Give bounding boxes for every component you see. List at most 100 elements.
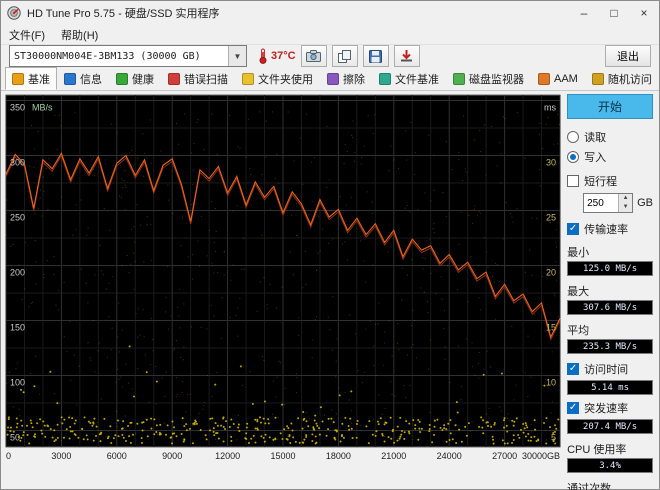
avg-value-display: 235.3 MB/s xyxy=(567,339,653,354)
avg-label: 平均 xyxy=(567,325,590,337)
capacity-stepper[interactable]: ▲▼ xyxy=(583,193,634,213)
tab-info[interactable]: 信息 xyxy=(57,67,109,90)
read-radio[interactable] xyxy=(567,131,580,143)
short-stroke-option[interactable]: 短行程 xyxy=(567,173,653,189)
spin-down-icon[interactable]: ▼ xyxy=(619,203,633,212)
download-arrow-icon xyxy=(401,50,413,62)
min-value-display: 125.0 MB/s xyxy=(567,261,653,276)
minimize-button[interactable]: – xyxy=(569,1,599,25)
benchmark-icon xyxy=(12,72,24,85)
info-icon xyxy=(64,72,76,85)
error-scan-icon xyxy=(168,72,180,85)
svg-text:25: 25 xyxy=(546,213,556,223)
svg-text:0: 0 xyxy=(6,451,11,461)
write-label: 写入 xyxy=(584,152,607,164)
access-time-label: 访问时间 xyxy=(584,364,629,376)
health-icon xyxy=(116,72,128,85)
drive-selector-value: ST30000NM004E-3BM133 (30000 GB) xyxy=(14,50,201,62)
copy-button[interactable] xyxy=(331,45,358,67)
capacity-spin-arrows[interactable]: ▲ ▼ xyxy=(618,194,633,212)
capacity-unit-label: GB xyxy=(637,197,653,209)
svg-text:350: 350 xyxy=(10,103,25,113)
save-button[interactable] xyxy=(362,45,389,67)
tab-label: 磁盘监视器 xyxy=(469,73,524,86)
svg-text:18000: 18000 xyxy=(326,451,351,461)
tab-erase[interactable]: 擦除 xyxy=(320,67,372,90)
tab-random-access[interactable]: 随机访问 xyxy=(585,67,659,90)
short-stroke-checkbox[interactable] xyxy=(567,175,580,187)
menu-bar: 文件(F) 帮助(H) xyxy=(1,25,659,45)
tab-label: 基准 xyxy=(28,73,50,86)
write-mode-option[interactable]: 写入 xyxy=(567,149,653,165)
window-title: HD Tune Pro 5.75 - 硬盘/SSD 实用程序 xyxy=(27,8,220,20)
svg-text:12000: 12000 xyxy=(215,451,240,461)
start-button[interactable]: 开始 xyxy=(567,94,653,119)
main-area: 350 300 250 200 150 100 50 MB/s ms 30 25 20 15 10 5 0 30… xyxy=(1,91,659,490)
tab-label: AAM xyxy=(554,72,578,85)
tab-disk-monitor[interactable]: 磁盘监视器 xyxy=(446,67,531,90)
max-value-display: 307.6 MB/s xyxy=(567,300,653,315)
svg-text:5: 5 xyxy=(551,433,556,443)
read-mode-option[interactable]: 读取 xyxy=(567,129,653,145)
tab-health[interactable]: 健康 xyxy=(109,67,161,90)
app-window: HD Tune Pro 5.75 - 硬盘/SSD 实用程序 – □ × 文件(… xyxy=(0,0,660,490)
access-time-display: 5.14 ms xyxy=(567,380,653,395)
transfer-rate-option[interactable]: 传输速率 xyxy=(567,221,653,237)
tab-label: 文件夹使用 xyxy=(258,73,313,86)
screenshot-button[interactable] xyxy=(300,45,327,67)
benchmark-chart: 350 300 250 200 150 100 50 MB/s ms 30 25 20 15 10 5 0 30… xyxy=(5,94,561,490)
capacity-row: ▲▼ GB xyxy=(583,193,653,213)
tab-folder-usage[interactable]: 文件夹使用 xyxy=(235,67,320,90)
burst-rate-checkbox[interactable] xyxy=(567,402,580,414)
disk-monitor-icon xyxy=(453,72,465,85)
close-button[interactable]: × xyxy=(629,1,659,25)
export-results-button[interactable] xyxy=(393,45,420,67)
aam-icon xyxy=(538,72,550,85)
capacity-input[interactable] xyxy=(584,194,619,212)
tab-aam[interactable]: AAM xyxy=(531,67,585,90)
transfer-rate-checkbox[interactable] xyxy=(567,223,580,235)
pass-count-label: 通过次数 xyxy=(567,483,612,490)
thermometer-icon xyxy=(259,48,267,64)
benchmark-side-panel: 开始 读取 写入 短行程 ▲▼ GB xyxy=(565,94,655,490)
tab-label: 健康 xyxy=(132,73,154,86)
svg-text:150: 150 xyxy=(10,323,25,333)
access-time-checkbox[interactable] xyxy=(567,363,580,375)
spin-up-icon[interactable]: ▲ xyxy=(619,194,633,203)
file-bench-icon xyxy=(379,72,391,85)
transfer-rate-label: 传输速率 xyxy=(584,224,629,236)
tab-benchmark[interactable]: 基准 xyxy=(5,67,57,90)
svg-text:10: 10 xyxy=(546,378,556,388)
min-label: 最小 xyxy=(567,247,590,259)
svg-text:30: 30 xyxy=(546,158,556,168)
menu-file[interactable]: 文件(F) xyxy=(1,25,53,45)
burst-rate-option[interactable]: 突发速率 xyxy=(567,400,653,416)
svg-text:200: 200 xyxy=(10,268,25,278)
exit-button[interactable]: 退出 xyxy=(605,45,651,67)
write-radio[interactable] xyxy=(567,151,580,163)
floppy-save-icon xyxy=(369,49,383,63)
drive-selector[interactable]: ST30000NM004E-3BM133 (30000 GB) ▼ xyxy=(9,45,247,67)
svg-text:9000: 9000 xyxy=(162,451,182,461)
svg-text:15: 15 xyxy=(546,323,556,333)
chevron-down-icon[interactable]: ▼ xyxy=(228,46,246,66)
random-access-icon xyxy=(591,72,604,85)
menu-help[interactable]: 帮助(H) xyxy=(53,25,106,45)
svg-text:20: 20 xyxy=(546,268,556,278)
maximize-button[interactable]: □ xyxy=(599,1,629,25)
short-stroke-label: 短行程 xyxy=(584,176,618,188)
max-label: 最大 xyxy=(567,286,590,298)
tab-error-scan[interactable]: 错误扫描 xyxy=(161,67,235,90)
read-label: 读取 xyxy=(584,132,607,144)
svg-text:3000: 3000 xyxy=(51,451,71,461)
svg-text:250: 250 xyxy=(10,213,25,223)
access-time-option[interactable]: 访问时间 xyxy=(567,361,653,377)
svg-text:21000: 21000 xyxy=(381,451,406,461)
tab-label: 信息 xyxy=(80,73,102,86)
tab-file-bench[interactable]: 文件基准 xyxy=(372,67,446,90)
cpu-usage-display: 3.4% xyxy=(567,458,653,473)
tab-label: 文件基准 xyxy=(395,73,439,86)
temperature-indicator: 37°C xyxy=(258,48,296,64)
svg-text:30000GB: 30000GB xyxy=(522,451,560,461)
burst-rate-display: 207.4 MB/s xyxy=(567,419,653,434)
